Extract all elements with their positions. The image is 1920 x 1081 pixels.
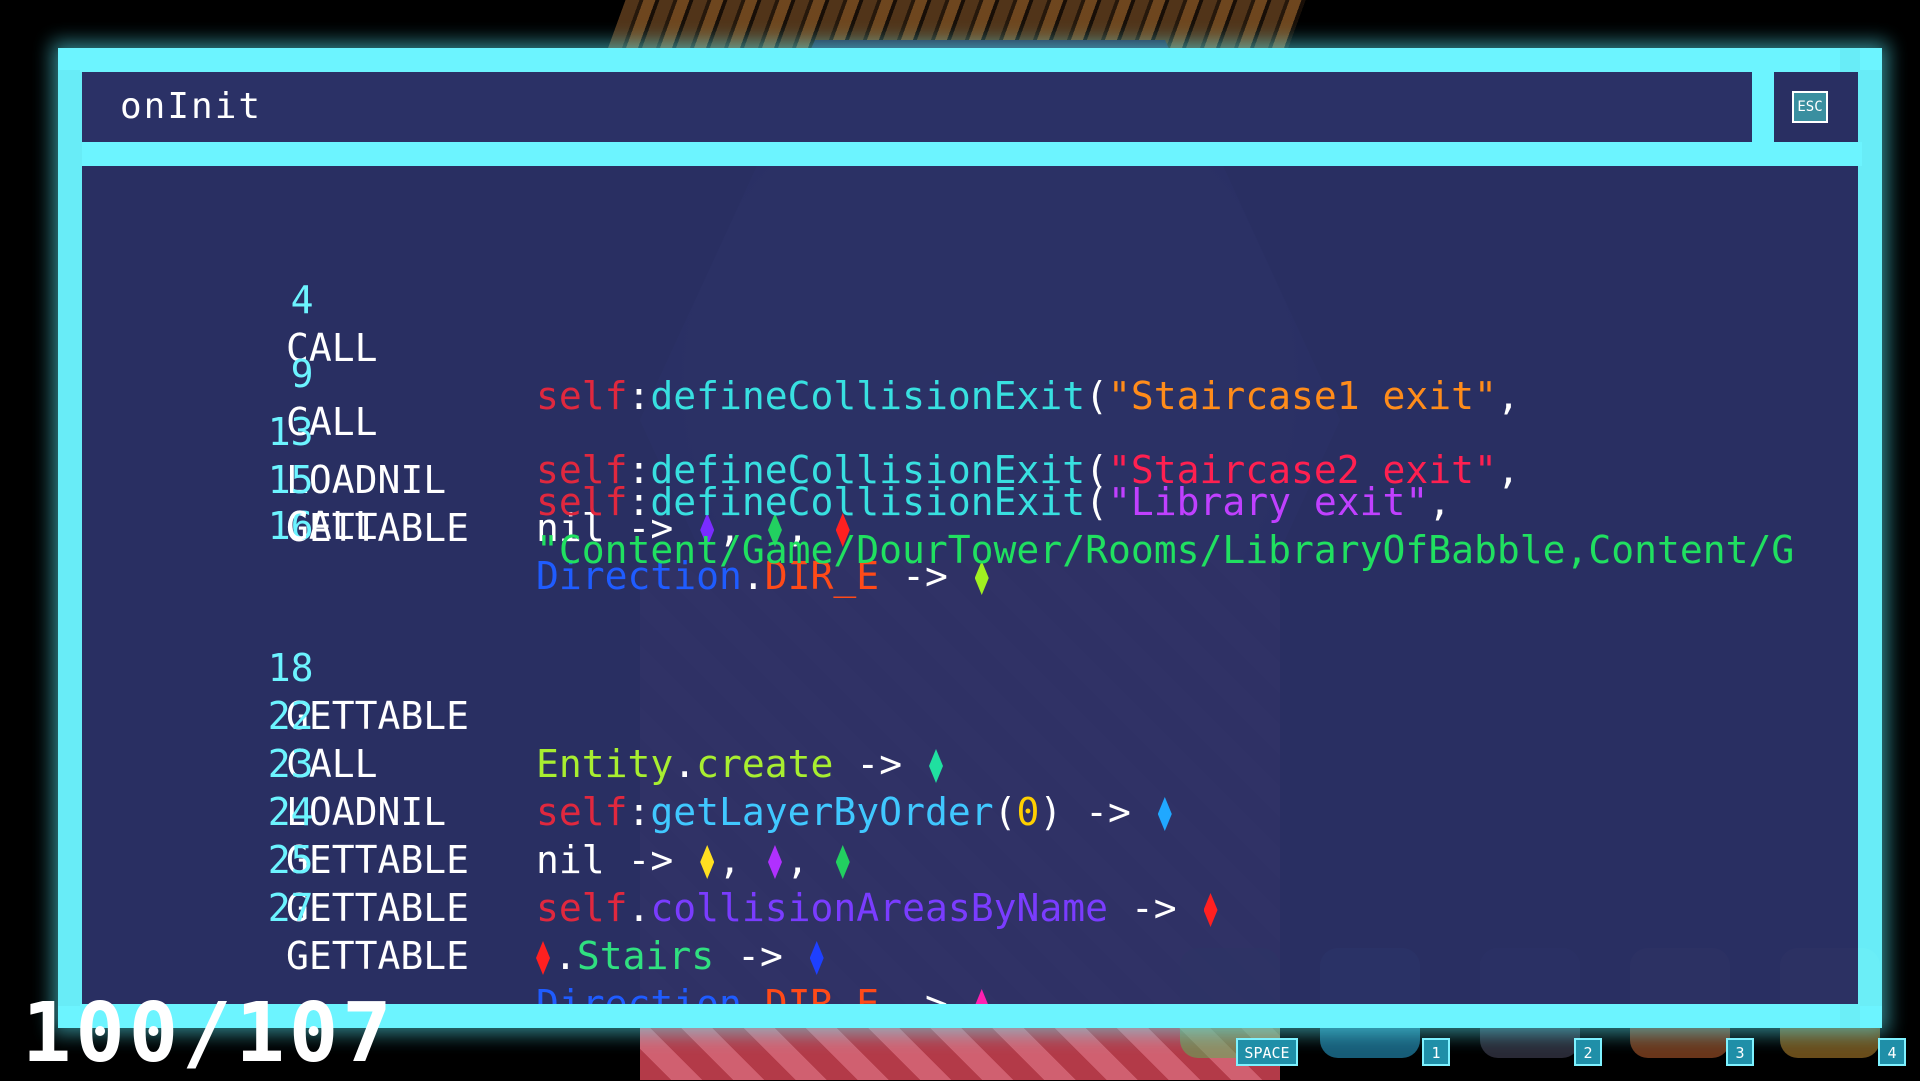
token-dot: . (741, 982, 765, 1004)
panel-title-bar: onInit (82, 72, 1752, 142)
hotkey-1[interactable]: 1 (1422, 1038, 1450, 1066)
hotkey-3[interactable]: 3 (1726, 1038, 1754, 1066)
frame-corner (1860, 48, 1882, 70)
opcode: CALL (286, 504, 378, 548)
panel-title: onInit (120, 86, 263, 127)
instruction: Direction.DIR_E -> (536, 980, 993, 1004)
code-listing: 4 CALL self:defineCollisionExit("Stairca… (82, 166, 1862, 1004)
collectible-counter: 100/107 (22, 986, 396, 1081)
esc-close-button[interactable]: ESC (1792, 91, 1828, 123)
token-colon: : (627, 480, 651, 524)
title-divider (1752, 72, 1774, 142)
opcode: GETTABLE (286, 934, 470, 978)
token-paren: ( (1085, 480, 1108, 524)
hotkey-4[interactable]: 4 (1878, 1038, 1906, 1066)
token-arrow: -> (902, 982, 948, 1004)
frame-corner (1860, 1006, 1882, 1028)
instruction: self:defineCollisionExit("Library exit", (536, 478, 1451, 526)
token-dir-e: DIR_E (764, 982, 880, 1004)
token-path-string: "Content/Game/DourTower/Rooms/LibraryOfB… (536, 528, 1795, 572)
token-self: self (536, 480, 628, 524)
code-line: 27 GETTABLE Direction.DIR_E -> (82, 836, 1862, 1004)
register-gem-icon (974, 989, 989, 1004)
hotkey-2[interactable]: 2 (1574, 1038, 1602, 1066)
frame-corner (58, 48, 80, 70)
line-number: 27 (267, 886, 314, 930)
code-line: 16 CALL self:defineCollisionExit("Librar… (82, 478, 1862, 574)
token-direction: Direction (536, 982, 742, 1004)
header-rule (82, 142, 1862, 166)
hotkey-space[interactable]: SPACE (1236, 1038, 1298, 1066)
token-function: defineCollisionExit (650, 480, 1086, 524)
token-comma: , (1428, 480, 1452, 524)
token-string: "Library exit" (1107, 480, 1429, 524)
